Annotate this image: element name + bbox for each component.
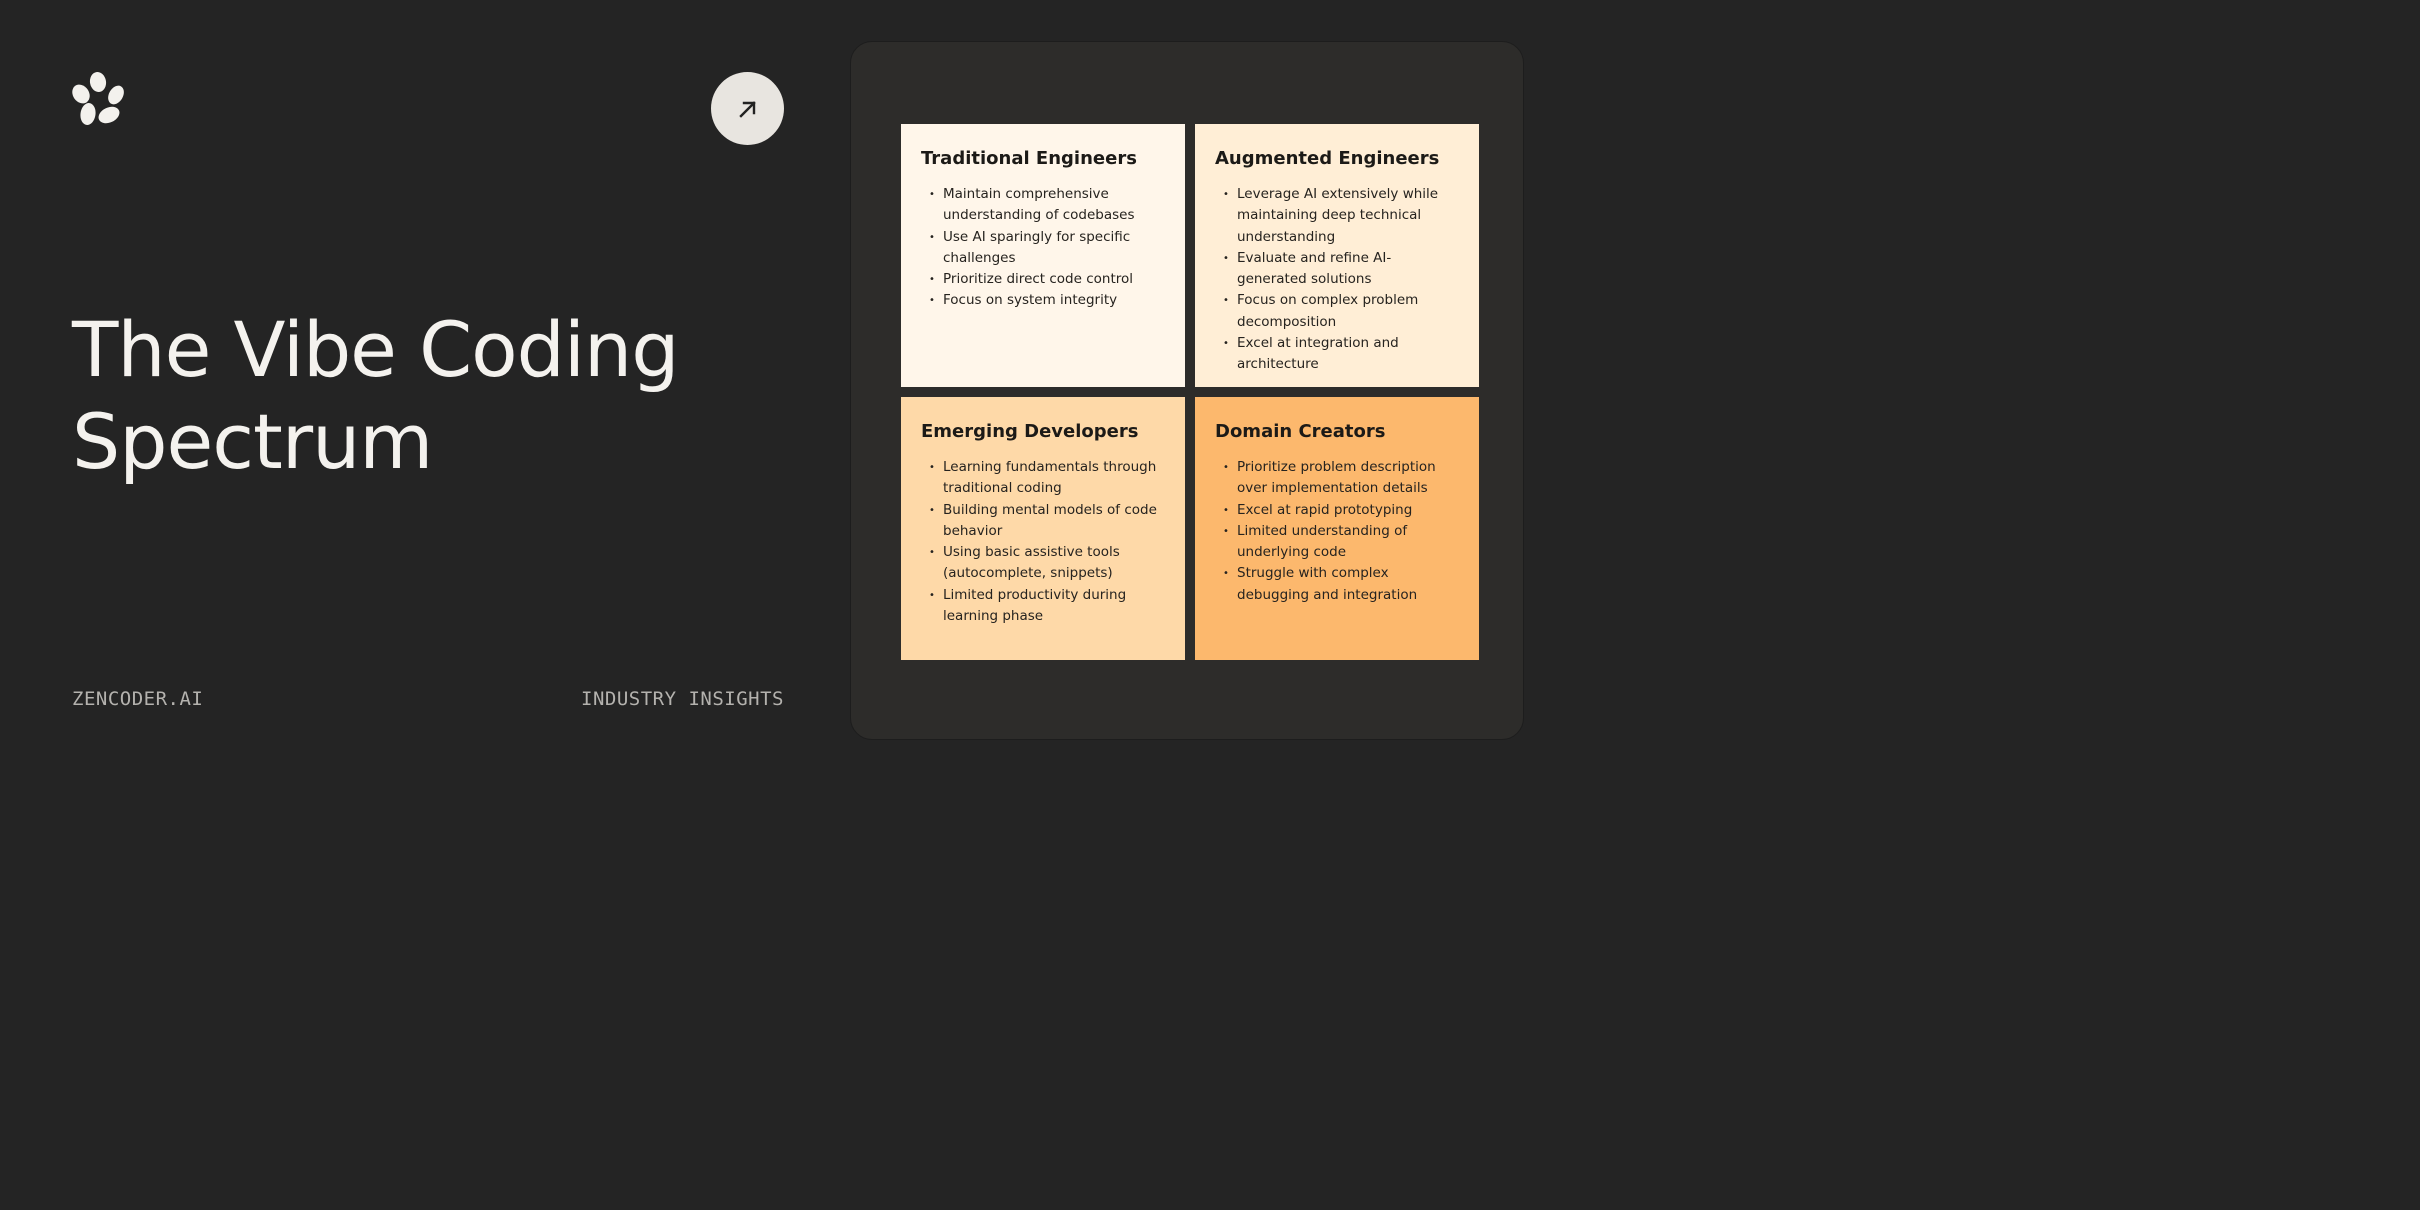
spectrum-grid: Traditional Engineers Maintain comprehen… [901,124,1479,660]
list-item: Focus on complex problem decomposition [1223,290,1459,333]
quadrant-emerging-developers: Emerging Developers Learning fundamental… [901,397,1185,660]
title-line-2: Spectrum [72,397,433,486]
category-label: INDUSTRY INSIGHTS [581,688,784,710]
quadrant-bullet-list: Learning fundamentals through traditiona… [921,457,1165,627]
quadrant-domain-creators: Domain Creators Prioritize problem descr… [1195,397,1479,660]
brand-label: ZENCODER.AI [72,688,204,710]
spectrum-panel: Traditional Engineers Maintain comprehen… [850,41,1524,740]
quadrant-title: Augmented Engineers [1215,148,1440,169]
list-item: Maintain comprehensive understanding of … [929,184,1165,227]
quadrant-bullet-list: Prioritize problem description over impl… [1215,457,1459,606]
quadrant-traditional-engineers: Traditional Engineers Maintain comprehen… [901,124,1185,387]
list-item: Limited productivity during learning pha… [929,585,1165,628]
quadrant-bullet-list: Maintain comprehensive understanding of … [921,184,1165,312]
list-item: Prioritize direct code control [929,269,1165,291]
quadrant-title: Emerging Developers [921,421,1139,442]
title-line-1: The Vibe Coding [72,305,679,394]
list-item: Building mental models of code behavior [929,500,1165,543]
list-item: Evaluate and refine AI-generated solutio… [1223,248,1459,291]
page-title: The Vibe Coding Spectrum [72,304,772,488]
list-item: Use AI sparingly for specific challenges [929,227,1165,270]
quadrant-title: Traditional Engineers [921,148,1137,169]
open-link-button[interactable] [711,72,784,145]
list-item: Learning fundamentals through traditiona… [929,457,1165,500]
slide: The Vibe Coding Spectrum ZENCODER.AI IND… [0,0,1568,784]
list-item: Prioritize problem description over impl… [1223,457,1459,500]
quadrant-bullet-list: Leverage AI extensively while maintainin… [1215,184,1459,376]
quadrant-augmented-engineers: Augmented Engineers Leverage AI extensiv… [1195,124,1479,387]
quadrant-title: Domain Creators [1215,421,1386,442]
list-item: Excel at integration and architecture [1223,333,1459,376]
petal-flower-icon [72,72,126,126]
list-item: Using basic assistive tools (autocomplet… [929,542,1165,585]
list-item: Limited understanding of underlying code [1223,521,1459,564]
list-item: Excel at rapid prototyping [1223,500,1459,522]
arrow-up-right-icon [738,100,756,118]
list-item: Focus on system integrity [929,290,1165,312]
list-item: Struggle with complex debugging and inte… [1223,563,1459,606]
list-item: Leverage AI extensively while maintainin… [1223,184,1459,248]
